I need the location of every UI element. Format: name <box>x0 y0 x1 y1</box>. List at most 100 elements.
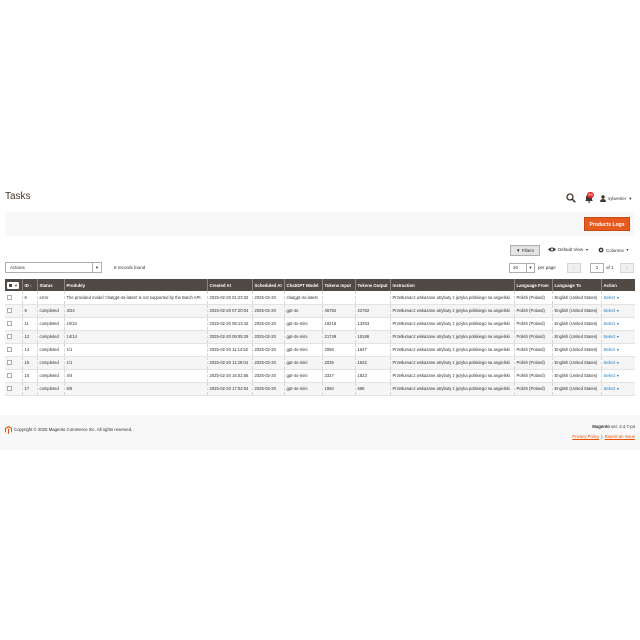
row-action-select[interactable]: Select▼ <box>604 373 620 378</box>
link-separator: | <box>601 434 603 439</box>
cell-language-to: English (United States) <box>551 382 601 396</box>
cell-products: 3/24 <box>63 304 207 318</box>
columns-label: Columns <box>606 247 624 253</box>
column-header-action: Action <box>600 279 635 291</box>
row-action-select[interactable]: Select▼ <box>604 308 620 313</box>
row-action-select[interactable]: Select▼ <box>604 295 620 300</box>
page-header: Tasks 99 sylwester ▼ <box>0 185 640 211</box>
cell-tokens-input: 1650 <box>321 382 355 396</box>
select-label: Select <box>603 321 616 326</box>
table-row[interactable]: 6 error The provided model 'chatgpt-4o-lat… <box>5 291 635 305</box>
row-action-select[interactable]: Select▼ <box>604 334 620 339</box>
cell-language-from: Polish (Poland) <box>513 330 552 344</box>
per-page-label: per page <box>538 265 556 270</box>
filters-button[interactable]: ▼ Filters <box>510 245 540 256</box>
row-checkbox[interactable] <box>7 308 12 314</box>
row-action-select[interactable]: Select▼ <box>604 321 620 326</box>
mass-select-checkbox[interactable]: ▼ <box>7 281 19 289</box>
copyright-text: Copyright © 2025 Magento Commerce Inc. A… <box>14 427 133 432</box>
column-header-products[interactable]: Produkty <box>63 279 207 291</box>
columns-selector[interactable]: Columns ▼ <box>598 247 629 253</box>
column-header-instruction[interactable]: Instruction <box>389 279 514 291</box>
column-header-language-to[interactable]: Language To <box>551 279 601 291</box>
user-menu[interactable]: sylwester ▼ <box>600 194 632 203</box>
cell-language-to: English (United States) <box>551 343 601 357</box>
mass-actions-select[interactable]: Actions ▼ <box>5 262 102 273</box>
column-header-language-from[interactable]: Language From <box>513 279 552 291</box>
table-row[interactable]: 9 completed 3/24 2025-02-20 07:20:04 2025-02… <box>5 304 635 318</box>
caret-down-icon: ▼ <box>616 309 620 313</box>
table-row[interactable]: 15 completed 1/1 2025-02-20 11:29:04 2025-02… <box>5 356 635 370</box>
caret-down-icon: ▼ <box>616 335 620 339</box>
cell-scheduled-at: 2025-02-20 <box>251 382 284 396</box>
column-header-tokens-input[interactable]: Tokens Input <box>321 279 355 291</box>
table-row[interactable]: 14 completed 1/1 2025-02-20 11:14:52 2025-02… <box>5 343 635 357</box>
row-select-cell <box>5 382 22 396</box>
privacy-policy-link[interactable]: Privacy Policy <box>572 434 599 439</box>
current-page-input[interactable]: 1 <box>590 263 604 273</box>
cell-status: completed <box>36 317 64 331</box>
cell-created-at: 2025-02-20 16:02:55 <box>206 369 252 383</box>
chevron-left-icon: ‹ <box>573 265 575 271</box>
cell-created-at: 2025-02-20 07:20:04 <box>206 304 252 318</box>
cell-id: 14 <box>21 343 37 357</box>
column-header-model[interactable]: ChatGPT Model <box>283 279 322 291</box>
row-checkbox[interactable] <box>7 294 12 300</box>
column-header-created-at[interactable]: Created At <box>206 279 252 291</box>
search-icon[interactable] <box>566 193 576 203</box>
mass-select-header[interactable]: ▼ <box>5 279 22 291</box>
row-checkbox[interactable] <box>7 347 12 353</box>
view-selector[interactable]: Default View ▼ <box>548 247 589 252</box>
tasks-grid: ▼ ID↓ Status Produkty Created At Schedul… <box>5 279 635 396</box>
cell-scheduled-at: 2025-02-20 <box>251 369 284 383</box>
per-page-select[interactable]: 20 ▼ <box>509 263 535 273</box>
column-header-id[interactable]: ID↓ <box>21 279 37 291</box>
row-action-select[interactable]: Select▼ <box>604 360 620 365</box>
page-title: Tasks <box>5 191 31 202</box>
cell-products: 6/6 <box>63 382 207 396</box>
cell-id: 12 <box>21 330 37 344</box>
cell-tokens-input <box>321 291 355 305</box>
select-label: Select <box>603 308 616 313</box>
next-page-button[interactable]: › <box>620 263 634 273</box>
gear-icon <box>598 247 604 253</box>
cell-instruction: Przetłumacz wskazane atrybuty z języka p… <box>389 382 514 396</box>
mass-actions-label: Actions <box>10 265 25 270</box>
column-header-status[interactable]: Status <box>36 279 64 291</box>
cell-language-from: Polish (Poland) <box>513 343 552 357</box>
table-row[interactable]: 11 completed 10/24 2025-02-20 08:13:42 2025-… <box>5 317 635 331</box>
cell-model: chatgpt-4o-latest <box>283 291 322 305</box>
cell-created-at: 2025-02-20 08:13:42 <box>206 317 252 331</box>
row-checkbox[interactable] <box>7 386 12 392</box>
report-issue-link[interactable]: Report an Issue <box>605 434 635 439</box>
caret-down-icon: ▼ <box>616 348 620 352</box>
cell-created-at: 2025-02-20 17:02:04 <box>206 382 252 396</box>
column-header-scheduled-at[interactable]: Scheduled At <box>251 279 284 291</box>
row-action-cell: Select▼ <box>600 317 635 331</box>
version-info: Magento ver. 2.4.7-p4 <box>592 424 635 429</box>
previous-page-button[interactable]: ‹ <box>567 263 581 273</box>
cell-id: 9 <box>21 304 37 318</box>
row-action-select[interactable]: Select▼ <box>604 386 620 391</box>
cell-tokens-output: 13393 <box>354 317 390 331</box>
row-checkbox[interactable] <box>7 321 12 327</box>
cell-tokens-input: 21749 <box>321 330 355 344</box>
table-row[interactable]: 12 completed 14/14 2025-02-20 09:05:29 2025-… <box>5 330 635 344</box>
cell-created-at: 2025-02-20 09:05:29 <box>206 330 252 344</box>
row-checkbox[interactable] <box>7 373 12 379</box>
cell-language-from: Polish (Poland) <box>513 291 552 305</box>
column-header-tokens-output[interactable]: Tokens Output <box>354 279 390 291</box>
cell-created-at: 2025-02-20 01:23:32 <box>206 291 252 305</box>
table-row[interactable]: 16 completed 4/4 2025-02-20 16:02:55 2025-02… <box>5 369 635 383</box>
row-select-cell <box>5 304 22 318</box>
table-row[interactable]: 17 completed 6/6 2025-02-20 17:02:04 2025-02… <box>5 382 635 396</box>
row-action-select[interactable]: Select▼ <box>604 347 620 352</box>
cell-language-from: Polish (Poland) <box>513 356 552 370</box>
row-checkbox[interactable] <box>7 334 12 340</box>
cell-products: 4/4 <box>63 369 207 383</box>
row-checkbox[interactable] <box>7 360 12 366</box>
cell-status: completed <box>36 382 64 396</box>
cell-model: gpt-4o-mini <box>283 330 322 344</box>
cell-id: 6 <box>21 291 37 305</box>
products-logs-button[interactable]: Products Logs <box>584 217 630 231</box>
